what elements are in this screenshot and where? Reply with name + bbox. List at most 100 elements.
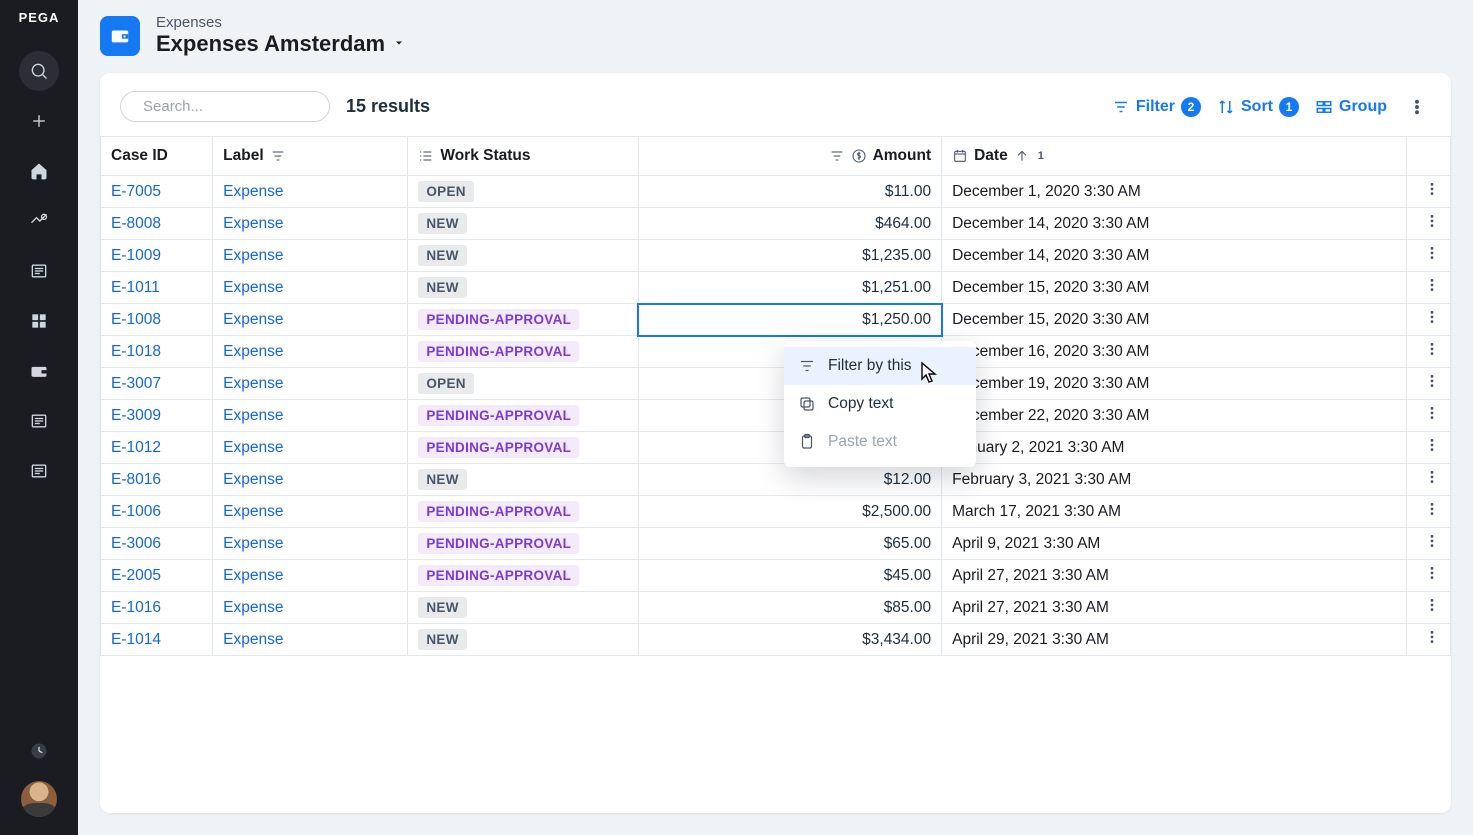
recents-icon[interactable] bbox=[19, 731, 59, 771]
label-link[interactable]: Expense bbox=[223, 631, 283, 648]
case-id-link[interactable]: E-7005 bbox=[111, 183, 161, 200]
case-id-link[interactable]: E-8008 bbox=[111, 215, 161, 232]
col-label[interactable]: Label bbox=[213, 137, 408, 176]
wallet-icon[interactable] bbox=[19, 351, 59, 391]
document-icon[interactable] bbox=[19, 401, 59, 441]
analytics-icon[interactable] bbox=[19, 201, 59, 241]
label-link[interactable]: Expense bbox=[223, 279, 283, 296]
table-wrap: Case ID Label Work Status bbox=[100, 136, 1451, 656]
table-row: E-1014ExpenseNEW$3,434.00April 29, 2021 … bbox=[101, 624, 1451, 656]
menu-copy-text[interactable]: Copy text bbox=[784, 385, 976, 423]
search-input[interactable] bbox=[143, 98, 342, 115]
label-link[interactable]: Expense bbox=[223, 535, 283, 552]
amount-cell[interactable]: $1,235.00 bbox=[638, 240, 941, 272]
label-link[interactable]: Expense bbox=[223, 503, 283, 520]
case-id-link[interactable]: E-1018 bbox=[111, 343, 161, 360]
case-id-link[interactable]: E-1011 bbox=[111, 279, 160, 296]
label-link[interactable]: Expense bbox=[223, 567, 283, 584]
avatar[interactable] bbox=[21, 781, 57, 817]
row-menu-button[interactable] bbox=[1407, 176, 1451, 208]
menu-filter-by-this[interactable]: Filter by this bbox=[784, 347, 976, 385]
page-supertitle: Expenses bbox=[156, 14, 405, 31]
label-link[interactable]: Expense bbox=[223, 375, 283, 392]
col-amount[interactable]: Amount bbox=[638, 137, 941, 176]
row-menu-button[interactable] bbox=[1407, 400, 1451, 432]
row-menu-button[interactable] bbox=[1407, 240, 1451, 272]
filter-label: Filter bbox=[1136, 98, 1175, 116]
case-id-link[interactable]: E-3006 bbox=[111, 535, 161, 552]
date-cell: December 16, 2020 3:30 AM bbox=[942, 336, 1407, 368]
label-link[interactable]: Expense bbox=[223, 439, 283, 456]
case-id-link[interactable]: E-1016 bbox=[111, 599, 161, 616]
row-menu-button[interactable] bbox=[1407, 464, 1451, 496]
add-icon[interactable] bbox=[19, 101, 59, 141]
case-id-link[interactable]: E-1006 bbox=[111, 503, 161, 520]
case-id-link[interactable]: E-3007 bbox=[111, 375, 161, 392]
amount-cell[interactable]: $65.00 bbox=[638, 528, 941, 560]
status-badge: OPEN bbox=[418, 373, 473, 394]
amount-cell[interactable]: $2,500.00 bbox=[638, 496, 941, 528]
search-input-wrap[interactable] bbox=[120, 91, 330, 122]
label-link[interactable]: Expense bbox=[223, 471, 283, 488]
amount-cell[interactable]: $1,251.00 bbox=[638, 272, 941, 304]
row-menu-button[interactable] bbox=[1407, 432, 1451, 464]
list-card: 15 results Filter 2 Sort 1 Group bbox=[100, 73, 1451, 813]
brand-logo: PEGA bbox=[19, 10, 60, 25]
news-icon[interactable] bbox=[19, 251, 59, 291]
more-actions-button[interactable] bbox=[1403, 93, 1431, 121]
amount-cell[interactable]: $3,434.00 bbox=[638, 624, 941, 656]
amount-cell[interactable]: $85.00 bbox=[638, 592, 941, 624]
row-menu-button[interactable] bbox=[1407, 304, 1451, 336]
label-link[interactable]: Expense bbox=[223, 599, 283, 616]
sort-button[interactable]: Sort 1 bbox=[1217, 97, 1299, 117]
date-cell: December 14, 2020 3:30 AM bbox=[942, 240, 1407, 272]
label-link[interactable]: Expense bbox=[223, 215, 283, 232]
status-badge: NEW bbox=[418, 213, 466, 234]
report-icon[interactable] bbox=[19, 451, 59, 491]
search-icon[interactable] bbox=[19, 51, 59, 91]
label-link[interactable]: Expense bbox=[223, 183, 283, 200]
row-menu-button[interactable] bbox=[1407, 560, 1451, 592]
row-menu-button[interactable] bbox=[1407, 592, 1451, 624]
row-menu-button[interactable] bbox=[1407, 496, 1451, 528]
amount-cell[interactable]: $1,250.00 bbox=[638, 304, 941, 336]
label-link[interactable]: Expense bbox=[223, 343, 283, 360]
row-menu-button[interactable] bbox=[1407, 368, 1451, 400]
label-link[interactable]: Expense bbox=[223, 311, 283, 328]
filter-button[interactable]: Filter 2 bbox=[1112, 97, 1201, 117]
status-badge: PENDING-APPROVAL bbox=[418, 309, 579, 330]
case-id-link[interactable]: E-8016 bbox=[111, 471, 161, 488]
page-header: Expenses Expenses Amsterdam bbox=[78, 0, 1473, 67]
date-cell: December 1, 2020 3:30 AM bbox=[942, 176, 1407, 208]
label-link[interactable]: Expense bbox=[223, 247, 283, 264]
amount-cell[interactable]: $11.00 bbox=[638, 176, 941, 208]
amount-cell[interactable]: $464.00 bbox=[638, 208, 941, 240]
case-id-link[interactable]: E-1014 bbox=[111, 631, 161, 648]
row-menu-button[interactable] bbox=[1407, 528, 1451, 560]
left-nav-rail: PEGA bbox=[0, 0, 78, 835]
row-menu-button[interactable] bbox=[1407, 208, 1451, 240]
apps-icon[interactable] bbox=[19, 301, 59, 341]
date-cell: December 15, 2020 3:30 AM bbox=[942, 304, 1407, 336]
col-work-status[interactable]: Work Status bbox=[408, 137, 639, 176]
page-title-dropdown[interactable]: Expenses Amsterdam bbox=[156, 31, 405, 57]
home-icon[interactable] bbox=[19, 151, 59, 191]
case-id-link[interactable]: E-1012 bbox=[111, 439, 161, 456]
case-id-link[interactable]: E-3009 bbox=[111, 407, 161, 424]
case-id-link[interactable]: E-2005 bbox=[111, 567, 161, 584]
group-button[interactable]: Group bbox=[1315, 98, 1387, 116]
case-id-link[interactable]: E-1008 bbox=[111, 311, 161, 328]
row-menu-button[interactable] bbox=[1407, 624, 1451, 656]
amount-cell[interactable]: $45.00 bbox=[638, 560, 941, 592]
case-id-link[interactable]: E-1009 bbox=[111, 247, 161, 264]
col-case-id[interactable]: Case ID bbox=[101, 137, 213, 176]
row-menu-button[interactable] bbox=[1407, 272, 1451, 304]
row-menu-button[interactable] bbox=[1407, 336, 1451, 368]
col-date[interactable]: Date 1 bbox=[942, 137, 1407, 176]
date-cell: February 3, 2021 3:30 AM bbox=[942, 464, 1407, 496]
menu-paste-text: Paste text bbox=[784, 423, 976, 461]
amount-cell[interactable]: $12.00 bbox=[638, 464, 941, 496]
label-link[interactable]: Expense bbox=[223, 407, 283, 424]
list-toolbar: 15 results Filter 2 Sort 1 Group bbox=[100, 73, 1451, 136]
currency-icon bbox=[851, 148, 867, 164]
